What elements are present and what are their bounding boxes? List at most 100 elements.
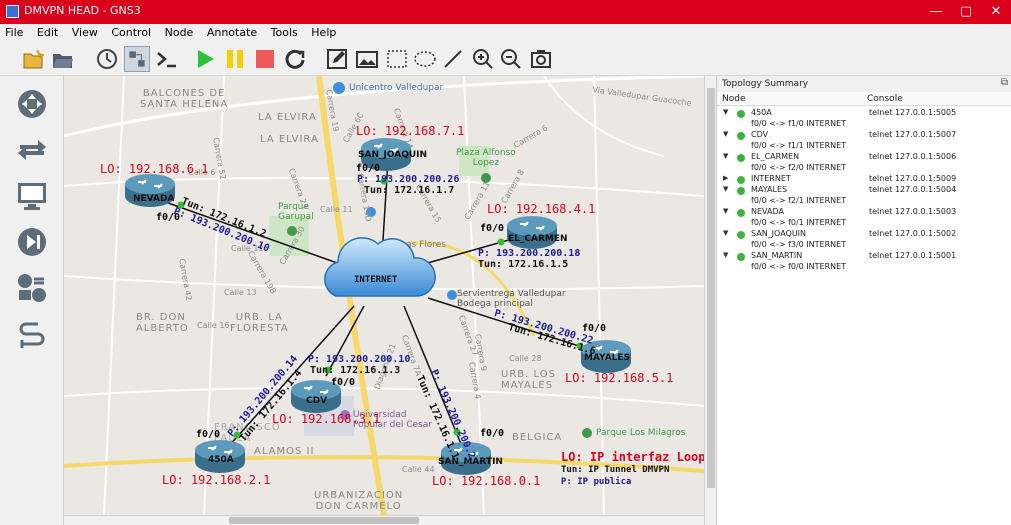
title-bar: DMVPN HEAD - GNS3 — ▢ ✕ — [0, 0, 1011, 24]
internet-label: INTERNET — [354, 275, 398, 285]
node-status-icon — [737, 253, 745, 261]
zoom-in-icon[interactable] — [472, 48, 494, 70]
summary-console: telnet 127.0.0.1:5009 — [869, 174, 957, 183]
expand-arrow-icon[interactable]: ▼ — [723, 108, 728, 116]
menu-bar: File Edit View Control Node Annotate Too… — [0, 24, 1011, 42]
window-title: DMVPN HEAD - GNS3 — [24, 4, 141, 17]
draw-rectangle-icon[interactable] — [386, 48, 408, 70]
add-link-icon[interactable] — [16, 318, 48, 350]
summary-console: telnet 127.0.0.1:5003 — [869, 207, 957, 216]
summary-node-name: INTERNET — [751, 174, 791, 183]
screenshot-icon[interactable] — [530, 48, 552, 70]
start-all-icon[interactable] — [194, 48, 216, 70]
node-status-icon — [737, 154, 745, 162]
summary-link: f0/0 <-> f1/1 INTERNET — [751, 141, 847, 150]
menu-node[interactable]: Node — [160, 24, 199, 41]
show-interface-labels-icon[interactable] — [124, 46, 150, 72]
insert-picture-icon[interactable] — [356, 48, 378, 70]
expand-arrow-icon[interactable]: ▼ — [723, 130, 728, 138]
expand-arrow-icon[interactable]: ▼ — [723, 251, 728, 259]
console-all-icon[interactable] — [156, 48, 178, 70]
reload-all-icon[interactable] — [284, 48, 306, 70]
summary-node-name: EL_CARMEN — [751, 152, 800, 161]
main-toolbar — [0, 42, 1011, 76]
menu-view[interactable]: View — [67, 24, 103, 41]
node-status-icon — [737, 187, 745, 195]
node-status-icon — [737, 231, 745, 239]
vertical-scroll-thumb[interactable] — [707, 88, 715, 488]
summary-console: telnet 127.0.0.1:5006 — [869, 152, 957, 161]
browse-all-devices-icon[interactable] — [16, 272, 48, 304]
menu-help[interactable]: Help — [306, 24, 341, 41]
draw-ellipse-icon[interactable] — [414, 48, 436, 70]
router-label-cdv: CDV — [306, 396, 328, 406]
zoom-out-icon[interactable] — [500, 48, 522, 70]
draw-line-icon[interactable] — [442, 48, 464, 70]
link-status-el-carmen — [497, 238, 505, 246]
san-martin-interface-label: f0/0 — [480, 428, 505, 439]
summary-node-name: CDV — [751, 130, 769, 139]
summary-row-450a[interactable]: ▼ 450A telnet 127.0.0.1:5005 — [717, 108, 1011, 119]
topology-canvas[interactable]: BALCONES DE SANTA HELENA LA ELVIRA LA EL… — [64, 76, 704, 515]
browse-security-devices-icon[interactable] — [16, 226, 48, 258]
horizontal-scroll-thumb[interactable] — [229, 517, 419, 524]
gns3-app-icon — [6, 5, 19, 18]
expand-arrow-icon[interactable]: ▼ — [723, 207, 728, 215]
menu-control[interactable]: Control — [106, 24, 156, 41]
summary-row-internet[interactable]: ▶ INTERNET telnet 127.0.0.1:5009 — [717, 174, 1011, 185]
internet-cloud-icon[interactable] — [316, 226, 436, 312]
expand-arrow-icon[interactable]: ▼ — [723, 185, 728, 193]
san-joaquin-loopback-label: LO: 192.168.7.1 — [356, 124, 465, 138]
browse-routers-icon[interactable] — [16, 88, 48, 120]
snapshot-icon[interactable] — [96, 48, 118, 70]
summary-row-san-joaquin[interactable]: ▼ SAN_JOAQUIN telnet 127.0.0.1:5002 — [717, 229, 1011, 240]
mayales-interface-label: f0/0 — [582, 323, 607, 334]
summary-console: telnet 127.0.0.1:5002 — [869, 229, 957, 238]
cdv-loopback-label: LO: 192.168.3.1 — [272, 412, 381, 426]
menu-tools[interactable]: Tools — [266, 24, 303, 41]
legend-tunnel: Tun: IP Tunnel DMVPN — [561, 465, 670, 475]
collapse-arrow-icon[interactable]: ▶ — [723, 174, 728, 182]
node-status-icon — [737, 110, 745, 118]
menu-file[interactable]: File — [0, 24, 28, 41]
expand-arrow-icon[interactable]: ▼ — [723, 229, 728, 237]
node-status-icon — [737, 132, 745, 140]
new-project-icon[interactable] — [22, 48, 44, 70]
summary-row-mayales[interactable]: ▼ MAYALES telnet 127.0.0.1:5004 — [717, 185, 1011, 196]
horizontal-scrollbar[interactable] — [64, 515, 704, 525]
device-sidebar — [0, 76, 64, 525]
summary-console: telnet 127.0.0.1:5007 — [869, 130, 957, 139]
summary-console: telnet 127.0.0.1:5005 — [869, 108, 957, 117]
topology-summary-header: Topology Summary ⧉ — [717, 76, 1011, 92]
add-note-icon[interactable] — [326, 48, 348, 70]
close-window-button[interactable]: ✕ — [981, 0, 1011, 24]
suspend-all-icon[interactable] — [224, 48, 246, 70]
column-header-node[interactable]: Node — [722, 94, 746, 104]
stop-all-icon[interactable] — [254, 48, 276, 70]
summary-row-san-martin[interactable]: ▼ SAN_MARTIN telnet 127.0.0.1:5001 — [717, 251, 1011, 262]
summary-row-el-carmen[interactable]: ▼ EL_CARMEN telnet 127.0.0.1:5006 — [717, 152, 1011, 163]
san-joaquin-tunnel-label: Tun: 172.16.1.7 — [364, 185, 455, 196]
expand-arrow-icon[interactable]: ▼ — [723, 152, 728, 160]
summary-row-nevada[interactable]: ▼ NEVADA telnet 127.0.0.1:5003 — [717, 207, 1011, 218]
summary-row-cdv[interactable]: ▼ CDV telnet 127.0.0.1:5007 — [717, 130, 1011, 141]
summary-link: f0/0 <-> f2/0 INTERNET — [751, 163, 847, 172]
open-project-icon[interactable] — [52, 48, 74, 70]
vertical-scrollbar[interactable] — [704, 76, 716, 525]
summary-console: telnet 127.0.0.1:5004 — [869, 185, 957, 194]
minimize-button[interactable]: — — [921, 0, 951, 24]
node-status-icon — [737, 176, 745, 184]
legend-loopback: LO: IP interfaz Loopback — [561, 450, 704, 464]
summary-table-header: Node Console — [717, 92, 1011, 106]
maximize-button[interactable]: ▢ — [951, 0, 981, 24]
browse-end-devices-icon[interactable] — [16, 180, 48, 212]
router-label-nevada: NEVADA — [133, 194, 175, 204]
panel-float-icon[interactable]: ⧉ — [1001, 77, 1008, 88]
menu-edit[interactable]: Edit — [32, 24, 63, 41]
column-header-console[interactable]: Console — [867, 94, 903, 104]
nevada-loopback-label: LO: 192.168.6.1 — [100, 162, 209, 176]
legend-public-ip: P: IP publica — [561, 477, 632, 487]
summary-console: telnet 127.0.0.1:5001 — [869, 251, 957, 260]
menu-annotate[interactable]: Annotate — [202, 24, 262, 41]
browse-switches-icon[interactable] — [16, 134, 48, 166]
